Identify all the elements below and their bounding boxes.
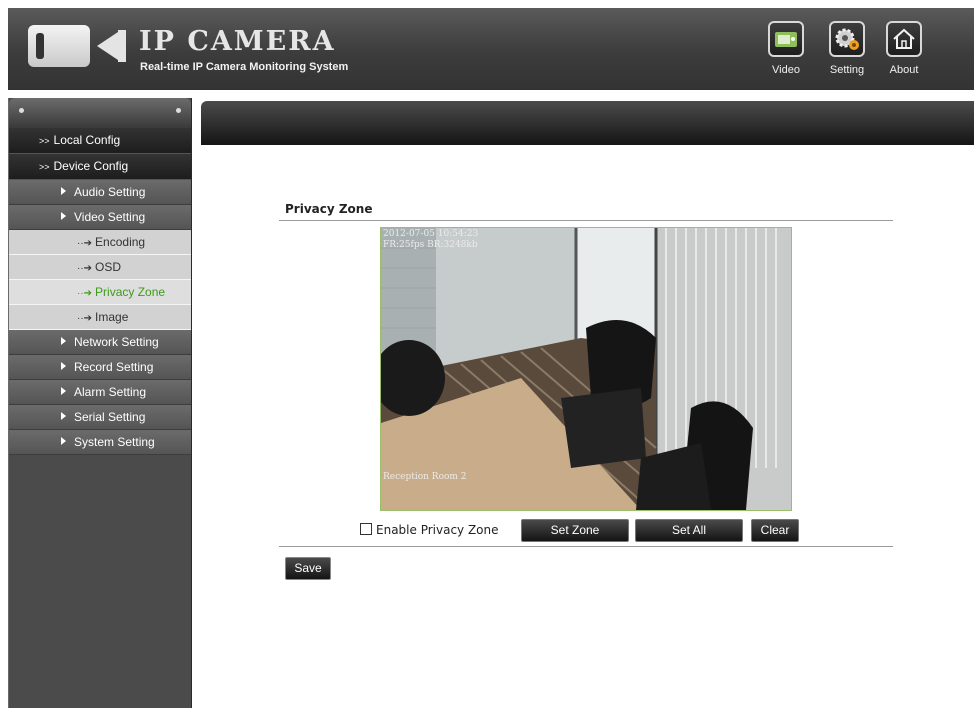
osd-timestamp: 2012-07-05 10:54:23 — [383, 229, 479, 239]
sidebar-group-device-config[interactable]: >> Device Config — [9, 154, 191, 180]
camera-logo-icon — [28, 25, 90, 67]
sidebar-item-audio-setting[interactable]: Audio Setting — [9, 180, 191, 205]
osd-room-name: Reception Room 2 — [383, 472, 467, 482]
sidebar-item-record-setting[interactable]: Record Setting — [9, 355, 191, 380]
content-header-bar — [201, 101, 974, 145]
nav-setting-button[interactable]: Setting — [823, 21, 871, 76]
sidebar-item-network-setting[interactable]: Network Setting — [9, 330, 191, 355]
sidebar-subitem-osd[interactable]: ··➔ OSD — [9, 255, 191, 280]
arrow-right-icon: ··➔ — [77, 313, 93, 324]
video-icon — [768, 21, 804, 57]
double-chevron-icon: >> — [39, 136, 50, 146]
sidebar-header — [9, 98, 191, 128]
brand-subtitle: Real-time IP Camera Monitoring System — [140, 61, 349, 73]
sidebar-item-system-setting[interactable]: System Setting — [9, 430, 191, 455]
triangle-right-icon — [61, 387, 66, 395]
sidebar-group-local-config[interactable]: >> Local Config — [9, 128, 191, 154]
sidebar-item-alarm-setting[interactable]: Alarm Setting — [9, 380, 191, 405]
section-title: Privacy Zone — [285, 202, 373, 216]
enable-privacy-zone-checkbox[interactable] — [360, 523, 372, 535]
set-zone-button[interactable]: Set Zone — [521, 519, 629, 542]
gear-icon — [829, 21, 865, 57]
triangle-right-icon — [61, 187, 66, 195]
triangle-right-icon — [61, 212, 66, 220]
clear-button[interactable]: Clear — [751, 519, 799, 542]
brand-title: IP CAMERA — [139, 26, 336, 57]
nav-video-label: Video — [772, 64, 800, 76]
enable-privacy-zone-label: Enable Privacy Zone — [376, 523, 499, 537]
sidebar-item-video-setting[interactable]: Video Setting — [9, 205, 191, 230]
actions-divider — [279, 546, 893, 547]
camera-scene-image — [381, 228, 791, 510]
header: IP CAMERA Real-time IP Camera Monitoring… — [0, 0, 974, 96]
arrow-right-icon: ··➔ — [77, 288, 93, 299]
sidebar-subitem-image[interactable]: ··➔ Image — [9, 305, 191, 330]
nav-setting-label: Setting — [829, 64, 865, 76]
osd-stats: FR:25fps BR:3248kb — [383, 240, 478, 250]
sidebar-subitem-privacy-zone[interactable]: ··➔ Privacy Zone — [9, 280, 191, 305]
arrow-right-icon: ··➔ — [77, 263, 93, 274]
double-chevron-icon: >> — [39, 162, 50, 172]
nav-about-button[interactable]: About — [880, 21, 928, 76]
triangle-right-icon — [61, 437, 66, 445]
enable-privacy-zone-control[interactable]: Enable Privacy Zone — [360, 523, 499, 537]
triangle-right-icon — [61, 337, 66, 345]
nav-video-button[interactable]: Video — [762, 21, 810, 76]
sidebar-item-serial-setting[interactable]: Serial Setting — [9, 405, 191, 430]
nav-about-label: About — [889, 64, 919, 76]
section-divider — [279, 220, 893, 221]
triangle-right-icon — [61, 362, 66, 370]
save-button[interactable]: Save — [285, 557, 331, 580]
triangle-right-icon — [61, 412, 66, 420]
sidebar: >> Local Config >> Device Config Audio Set… — [8, 98, 192, 708]
home-icon — [886, 21, 922, 57]
set-all-button[interactable]: Set All — [635, 519, 743, 542]
video-preview[interactable]: 2012-07-05 10:54:23 FR:25fps BR:3248kb R… — [380, 227, 792, 511]
sidebar-subitem-encoding[interactable]: ··➔ Encoding — [9, 230, 191, 255]
arrow-right-icon: ··➔ — [77, 238, 93, 249]
